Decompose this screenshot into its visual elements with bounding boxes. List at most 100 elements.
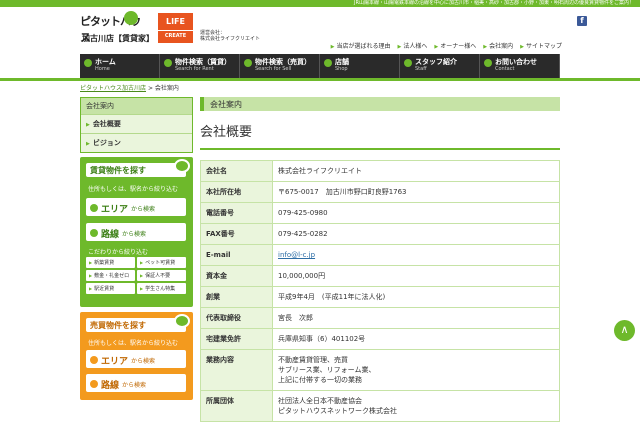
sale-area-search-button[interactable]: エリア から検索 — [86, 350, 186, 368]
nav-shop[interactable]: 店舗 Shop — [320, 54, 400, 78]
sale-title-text: 売買物件を探す — [90, 321, 146, 330]
cond-student[interactable]: 学生さん特集 — [137, 283, 186, 294]
row-label: 創業 — [200, 286, 273, 308]
row-value: 10,000,000円 — [272, 265, 560, 287]
chevron-up-icon[interactable]: ∧ — [614, 320, 635, 341]
nav-sub: Home — [95, 66, 110, 72]
button-main: 路線 — [101, 229, 120, 240]
rent-cond-label: こだわりから絞り込む — [88, 249, 149, 256]
nav-sub: Contact — [495, 66, 515, 72]
top-bar: JR山陽本線・山陽電鉄本線の沿線を中心に加古川市・稲美・高砂・加古郡・小野・加東… — [0, 0, 640, 7]
cond-no-guarantor[interactable]: 保証人不要 — [137, 270, 186, 281]
table-row: E-mail info@l-c.jp — [200, 244, 560, 266]
shop-icon — [324, 59, 332, 67]
breadcrumb: ピタットハウス加古川店 > 会社案内 — [80, 83, 179, 92]
logo-store-name: 加古川店【賃貸家】 — [82, 34, 154, 43]
link-sitemap[interactable]: サイトマップ — [520, 41, 562, 50]
table-row: 創業 平成9年4月 (平成11年に法人化) — [200, 286, 560, 308]
nav-divider — [0, 78, 640, 81]
table-row: FAX番号 079-425-0282 — [200, 223, 560, 245]
mail-icon — [484, 59, 492, 67]
sale-line-search-button[interactable]: 路線 から検索 — [86, 374, 186, 392]
table-row: 資本金 10,000,000円 — [200, 265, 560, 287]
nav-title: ホーム — [95, 58, 116, 66]
nav-sub: Search for Rent — [175, 66, 214, 72]
rent-title-text: 賃貸物件を探す — [90, 166, 146, 175]
row-value: 〒675-0017 加古川市野口町良野1763 — [272, 181, 560, 203]
nav-title: 物件検索（売買） — [255, 58, 311, 66]
staff-icon — [404, 59, 412, 67]
speech-bubble-icon — [174, 314, 190, 328]
row-value: info@l-c.jp — [272, 244, 560, 266]
row-label: 電話番号 — [200, 202, 273, 224]
row-value: 不動産賃貸管理、売買 サブリース業、リフォーム業、 上記に付帯する一切の業務 — [272, 349, 560, 391]
link-company[interactable]: 会社案内 — [483, 41, 513, 50]
button-main: エリア — [101, 356, 129, 367]
rent-line-search-button[interactable]: 路線 から検索 — [86, 223, 186, 241]
row-value: 平成9年4月 (平成11年に法人化) — [272, 286, 560, 308]
sale-search-title: 売買物件を探す — [86, 314, 190, 332]
sale-search-box: 売買物件を探す 住所もしくは、駅名から絞り込む エリア から検索 路線 から検索 — [80, 312, 193, 400]
row-label: 所属団体 — [200, 390, 273, 422]
row-label: 本社所在地 — [200, 181, 273, 203]
button-sub: から検索 — [122, 230, 147, 238]
row-label: E-mail — [200, 244, 273, 266]
button-main: エリア — [101, 204, 129, 215]
link-owner[interactable]: オーナー様へ — [434, 41, 476, 50]
section-heading: 会社案内 — [200, 97, 560, 111]
breadcrumb-home[interactable]: ピタットハウス加古川店 — [80, 85, 146, 92]
nav-contact[interactable]: お問い合わせ Contact — [480, 54, 560, 78]
breadcrumb-current: 会社案内 — [154, 85, 179, 92]
row-label: FAX番号 — [200, 223, 273, 245]
nav-sale-search[interactable]: 物件検索（売買） Search for Sell — [240, 54, 320, 78]
table-row: 業務内容 不動産賃貸管理、売買 サブリース業、リフォーム業、 上記に付帯する一切の… — [200, 349, 560, 391]
button-sub: から検索 — [131, 357, 156, 365]
link-reason[interactable]: 当店が選ばれる理由 — [331, 41, 390, 50]
rent-conditions: 新築賃貸 ペット可賃貸 敷金・礼金ゼロ 保証人不要 駅近賃貸 学生さん特集 — [86, 257, 186, 294]
breadcrumb-separator: > — [147, 85, 153, 92]
link-corporate[interactable]: 法人様へ — [398, 41, 427, 50]
nav-rent-search[interactable]: 物件検索（賃貸） Search for Rent — [160, 54, 240, 78]
company-menu-heading: 会社案内 — [81, 98, 192, 114]
home-icon — [84, 59, 92, 67]
menu-item-overview[interactable]: 会社概要 — [81, 114, 192, 133]
arrow-icon — [90, 380, 98, 388]
button-sub: から検索 — [122, 381, 147, 389]
cond-near-station[interactable]: 駅近賃貸 — [86, 283, 135, 294]
page-title: 会社概要 — [200, 125, 253, 140]
site-logo[interactable]: ピタットハウス 加古川店【賃貸家】 — [80, 11, 154, 49]
company-menu: 会社案内 会社概要 ビジョン — [80, 97, 193, 153]
nav-sub: Search for Sell — [255, 66, 292, 72]
title-underline — [200, 148, 560, 150]
cond-new[interactable]: 新築賃貸 — [86, 257, 135, 268]
cond-pet[interactable]: ペット可賃貸 — [137, 257, 186, 268]
nav-title: 物件検索（賃貸） — [175, 58, 231, 66]
nav-sub: Shop — [335, 66, 348, 72]
nav-staff[interactable]: スタッフ紹介 Staff — [400, 54, 480, 78]
nav-home[interactable]: ホーム Home — [80, 54, 160, 78]
operator-name: 株式会社ライフクリエイト — [200, 36, 261, 42]
speech-bubble-icon — [174, 159, 190, 173]
main-nav: ホーム Home 物件検索（賃貸） Search for Rent 物件検索（売買）… — [80, 54, 560, 78]
table-row: 代表取締役 宮長 次郎 — [200, 307, 560, 329]
company-table: 会社名 株式会社ライフクリエイト 本社所在地 〒675-0017 加古川市野口町良野1… — [200, 160, 560, 422]
email-link[interactable]: info@l-c.jp — [278, 251, 315, 259]
nav-sub: Staff — [415, 66, 427, 72]
row-value: 株式会社ライフクリエイト — [272, 160, 560, 182]
menu-item-vision[interactable]: ビジョン — [81, 133, 192, 152]
cond-no-deposit[interactable]: 敷金・礼金ゼロ — [86, 270, 135, 281]
nav-title: スタッフ紹介 — [415, 58, 457, 66]
row-value: 兵庫県知事（6）401102号 — [272, 328, 560, 350]
button-sub: から検索 — [131, 205, 156, 213]
arrow-icon — [90, 204, 98, 212]
arrow-icon — [90, 229, 98, 237]
life-create-logo[interactable]: LIFE CREATE — [158, 13, 193, 43]
button-main: 路線 — [101, 380, 120, 391]
arrow-icon — [90, 356, 98, 364]
rent-area-search-button[interactable]: エリア から検索 — [86, 198, 186, 216]
facebook-icon[interactable]: f — [577, 16, 587, 26]
row-value: 079-425-0980 — [272, 202, 560, 224]
search-icon — [244, 59, 252, 67]
sale-note: 住所もしくは、駅名から絞り込む — [88, 340, 179, 347]
rent-search-title: 賃貸物件を探す — [86, 159, 190, 177]
